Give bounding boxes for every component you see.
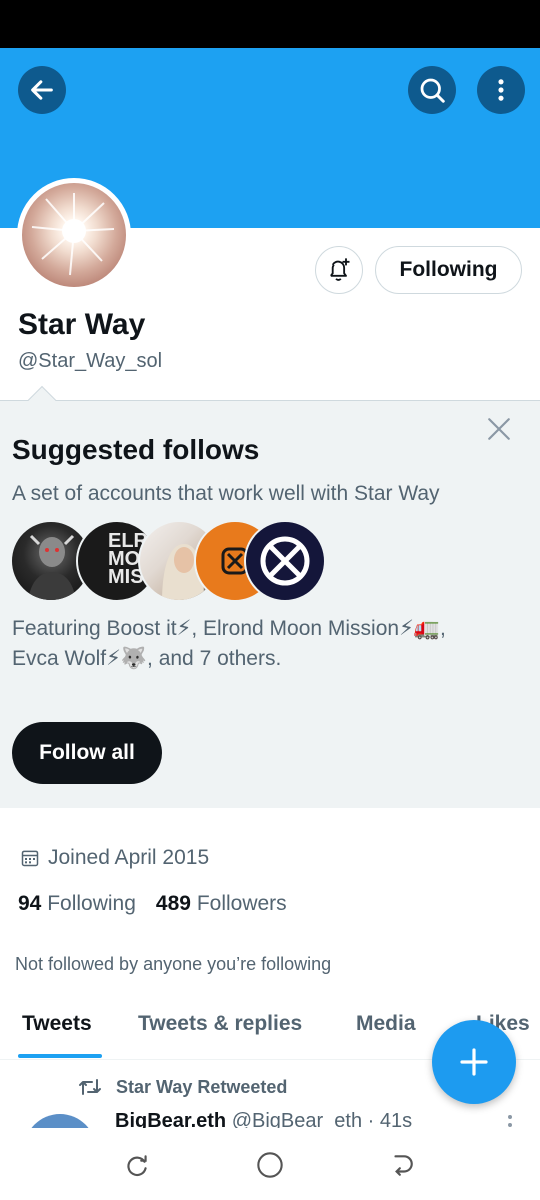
retweet-context: Star Way Retweeted	[78, 1076, 287, 1098]
recents-button[interactable]	[123, 1150, 153, 1180]
bell-plus-icon	[330, 258, 350, 281]
suggested-follows-title: Suggested follows	[12, 434, 260, 465]
profile-display-name: Star Way	[18, 308, 146, 341]
more-vertical-icon	[498, 79, 504, 101]
suggested-follows-subtitle: A set of accounts that work well with St…	[12, 482, 440, 505]
back-button[interactable]	[18, 66, 66, 114]
joined-date: Joined April 2015	[20, 846, 209, 870]
following-word: Following	[47, 892, 136, 915]
suggested-featuring-text: Featuring Boost it⚡, Elrond Moon Mission…	[12, 614, 522, 674]
back-nav-icon	[394, 1155, 413, 1176]
following-button[interactable]: Following	[375, 246, 522, 294]
notifications-button[interactable]	[315, 246, 363, 294]
tab-media[interactable]: Media	[356, 1012, 416, 1036]
profile-avatar[interactable]	[17, 178, 131, 292]
tab-tweets[interactable]: Tweets	[22, 1012, 92, 1036]
system-nav-bar	[0, 1128, 540, 1200]
home-button[interactable]	[255, 1150, 285, 1180]
dismiss-suggestions-button[interactable]	[484, 414, 514, 444]
tweet-author-meta: @BigBear_eth · 41s	[231, 1110, 413, 1130]
compose-tweet-button[interactable]	[432, 1020, 516, 1104]
search-icon	[420, 78, 445, 103]
featuring-line-2: Evca Wolf⚡🐺, and 7 others.	[12, 647, 282, 670]
not-followed-text: Not followed by anyone you’re following	[15, 954, 332, 974]
suggested-avatar-5[interactable]	[244, 520, 326, 602]
starburst-image	[31, 193, 115, 276]
tweet-author-name: BigBear.eth	[115, 1110, 227, 1130]
followers-word: Followers	[196, 892, 287, 915]
more-options-button[interactable]	[477, 66, 525, 114]
search-button[interactable]	[408, 66, 456, 114]
joined-text: Joined April 2015	[48, 846, 210, 869]
status-bar	[0, 0, 540, 48]
tweet-author[interactable]: BigBear.eth @BigBear_eth · 41s	[115, 1110, 445, 1130]
retweet-label: Star Way Retweeted	[116, 1076, 288, 1097]
rotate-icon	[127, 1155, 147, 1177]
tab-tweets-replies[interactable]: Tweets & replies	[138, 1012, 302, 1036]
retweet-icon	[79, 1079, 101, 1095]
following-count: 94	[18, 892, 42, 915]
close-icon	[488, 418, 510, 440]
following-stat[interactable]: 94 Following	[18, 892, 136, 915]
active-tab-indicator	[18, 1054, 102, 1058]
follow-all-button[interactable]: Follow all	[12, 722, 162, 784]
calendar-icon	[21, 850, 39, 867]
followers-stat[interactable]: 489 Followers	[156, 892, 287, 915]
featuring-line-1: Featuring Boost it⚡, Elrond Moon Mission…	[12, 617, 446, 640]
arrow-left-icon	[31, 80, 53, 100]
tweet-more-icon[interactable]	[505, 1114, 515, 1128]
followers-count: 489	[155, 892, 191, 915]
back-nav-button[interactable]	[387, 1150, 417, 1180]
plus-icon	[460, 1048, 488, 1076]
home-circle-icon	[257, 1152, 283, 1178]
follow-stats: 94 Following 489 Followers	[18, 892, 287, 916]
elrond-logo-icon	[260, 536, 310, 586]
profile-handle: @Star_Way_sol	[18, 350, 163, 372]
